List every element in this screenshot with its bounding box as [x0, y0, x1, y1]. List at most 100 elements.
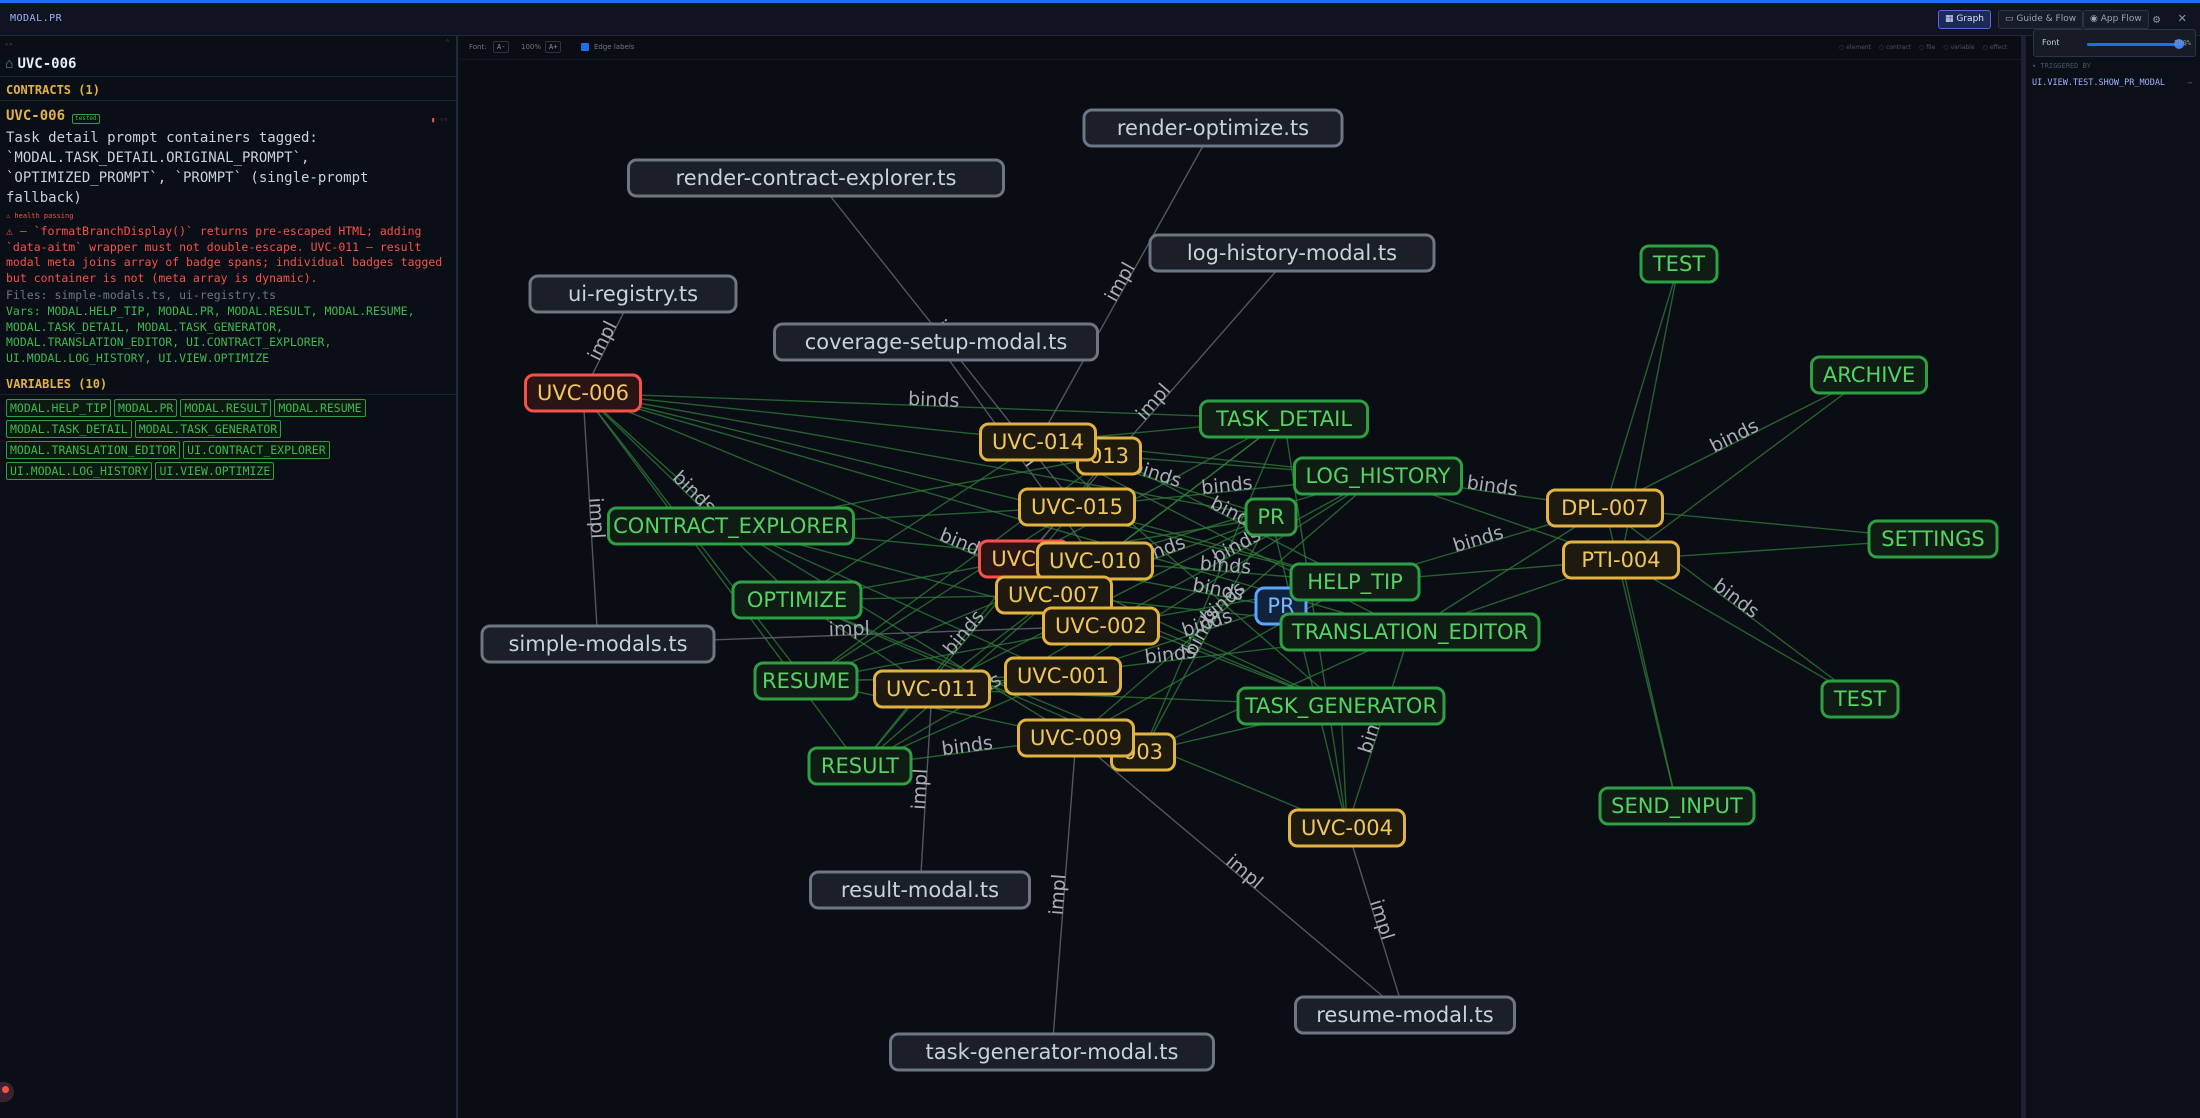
graph-node-contract[interactable]: DPL-007 [1546, 488, 1664, 528]
graph-node-variable[interactable]: SETTINGS [1867, 519, 1999, 559]
graph-node-contract[interactable]: UVC-010 [1036, 541, 1154, 581]
divider [0, 100, 456, 101]
node-label: RESUME [762, 669, 850, 693]
graph-node-variable[interactable]: RESULT [807, 746, 913, 786]
graph-node-selected[interactable]: UVC-006 [524, 373, 642, 413]
node-label: TASK_GENERATOR [1244, 694, 1437, 719]
contracts-header: CONTRACTS (1) [6, 83, 100, 97]
variable-chip[interactable]: MODAL.TASK_GENERATOR [134, 420, 282, 438]
node-label: UVC-015 [1031, 495, 1123, 519]
graph-node-variable[interactable]: TASK_GENERATOR [1236, 686, 1446, 726]
contract-id[interactable]: UVC-006 [6, 108, 65, 124]
font-size-value: 200% [2174, 39, 2191, 47]
graph-node-file[interactable]: render-optimize.ts [1082, 108, 1344, 148]
graph-node-file[interactable]: resume-modal.ts [1294, 995, 1516, 1035]
node-label: HELP_TIP [1307, 570, 1403, 595]
flow-icon: ◉ [2090, 14, 2101, 24]
gear-icon[interactable]: ⚙ [2153, 12, 2160, 26]
navigate-arrow-icon[interactable]: → [2187, 78, 2192, 87]
graph-node-contract[interactable]: UVC-004 [1288, 808, 1406, 848]
graph-node-file[interactable]: coverage-setup-modal.ts [773, 322, 1099, 362]
graph-node-contract[interactable]: PTI-004 [1562, 540, 1680, 580]
variable-chip[interactable]: UI.MODAL.LOG_HISTORY [6, 462, 153, 480]
app-flow-button[interactable]: ◉ App Flow [2083, 10, 2149, 29]
triggered-by-item[interactable]: UI.VIEW.TEST.SHOW_PR_MODAL [2032, 78, 2165, 88]
node-label: PTI-004 [1581, 548, 1660, 572]
graph-node-variable[interactable]: LOG_HISTORY [1293, 456, 1463, 496]
node-label: ui-registry.ts [568, 282, 698, 306]
graph-node-variable[interactable]: SEND_INPUT [1598, 786, 1756, 826]
node-label: CONTRACT_EXPLORER [613, 514, 849, 539]
variable-chip[interactable]: MODAL.RESULT [180, 399, 272, 417]
node-label: UVC-007 [1008, 583, 1100, 607]
variable-chip[interactable]: MODAL.HELP_TIP [6, 399, 111, 417]
edge-label: impl [584, 497, 608, 539]
graph-node-file[interactable]: task-generator-modal.ts [889, 1032, 1215, 1072]
graph-node-variable[interactable]: TEST [1820, 679, 1900, 719]
variable-chip[interactable]: MODAL.TRANSLATION_EDITOR [6, 441, 181, 459]
variables-header: VARIABLES (10) [6, 377, 108, 391]
graph-node-file[interactable]: render-contract-explorer.ts [627, 158, 1005, 198]
node-label: resume-modal.ts [1316, 1003, 1494, 1027]
node-label: UVC-011 [886, 677, 978, 701]
graph-node-variable[interactable]: TASK_DETAIL [1199, 399, 1369, 439]
contract-warning: ⚠ — `formatBranchDisplay()` returns pre-… [6, 224, 443, 285]
contract-description: Task detail prompt containers tagged: `M… [6, 130, 369, 206]
graph-node-contract[interactable]: UVC-009 [1017, 718, 1135, 758]
dependency-graph[interactable]: bindsbindsbindsbindsbinds bindsbindsbinds… [461, 36, 2021, 1118]
variable-chip-list: MODAL.HELP_TIP MODAL.PR MODAL.RESULT MODAL.… [6, 399, 446, 480]
graph-node-variable[interactable]: OPTIMIZE [731, 580, 863, 620]
edge-label: impl [1132, 379, 1176, 424]
binds-edge [1620, 559, 1861, 700]
graph-node-contract[interactable]: UVC-014 [979, 422, 1097, 462]
graph-node-variable[interactable]: CONTRACT_EXPLORER [607, 506, 855, 546]
node-label: OPTIMIZE [747, 588, 847, 612]
contract-sidebar: ▸▸ ⌃ ⌂ UVC-006 CONTRACTS (1) UVC-006 test… [0, 36, 458, 1118]
graph-node-variable[interactable]: PR [1244, 497, 1298, 537]
graph-node-variable[interactable]: HELP_TIP [1289, 562, 1421, 602]
graph-node-contract[interactable]: UVC-002 [1042, 606, 1160, 646]
graph-node-contract[interactable]: UVC-015 [1018, 487, 1136, 527]
close-icon[interactable]: ✕ [2178, 10, 2186, 26]
graph-node-file[interactable]: log-history-modal.ts [1148, 233, 1436, 273]
binds-edge [1620, 559, 1678, 807]
edge-label: binds [1200, 472, 1253, 499]
edge-label: impl [1222, 850, 1268, 893]
triggered-by-header[interactable]: ▾ TRIGGERED BY [2032, 62, 2091, 70]
graph-node-variable[interactable]: ARCHIVE [1810, 355, 1928, 395]
variable-chip[interactable]: MODAL.TASK_DETAIL [6, 420, 132, 438]
graph-node-file[interactable]: simple-modals.ts [480, 624, 716, 664]
book-icon: ▭ [2005, 14, 2017, 24]
graph-node-contract[interactable]: UVC-001 [1004, 656, 1122, 696]
variable-chip[interactable]: MODAL.PR [113, 399, 178, 417]
variable-chip[interactable]: UI.CONTRACT_EXPLORER [183, 441, 330, 459]
node-label: UVC-009 [1030, 726, 1122, 750]
node-label: PR [1257, 505, 1284, 529]
health-indicator-icon: ▮ ◦◦ [431, 116, 448, 124]
edge-label: binds [1706, 415, 1762, 458]
node-label: TEST [1652, 252, 1705, 276]
graph-view-button[interactable]: ▦ Graph [1938, 10, 1991, 29]
variable-chip[interactable]: MODAL.RESUME [274, 399, 366, 417]
edge-label: impl [584, 317, 622, 364]
edge-label: binds [1465, 472, 1519, 501]
graph-node-file[interactable]: ui-registry.ts [528, 274, 738, 314]
divider [0, 394, 456, 395]
graph-node-contract[interactable]: UVC-011 [873, 669, 991, 709]
node-label: simple-modals.ts [508, 632, 687, 656]
graph-canvas[interactable]: Font: A- 100% A+ Edge labels element con… [461, 36, 2021, 1118]
node-label: render-optimize.ts [1117, 116, 1309, 140]
collapse-icon[interactable]: ⌃ [445, 38, 450, 47]
font-size-popover: Font 200% [2033, 29, 2196, 57]
graph-node-variable[interactable]: RESUME [753, 661, 859, 701]
variable-chip[interactable]: UI.VIEW.OPTIMIZE [155, 462, 275, 480]
edge-label: binds [908, 388, 960, 412]
binds-edge [1604, 263, 1680, 509]
guide-flow-button[interactable]: ▭ Guide & Flow [1998, 10, 2084, 29]
graph-node-variable[interactable]: TRANSLATION_EDITOR [1279, 612, 1541, 652]
node-label: LOG_HISTORY [1305, 464, 1450, 489]
graph-node-variable[interactable]: TEST [1639, 244, 1719, 284]
avatar[interactable] [0, 1082, 14, 1102]
node-label: task-generator-modal.ts [926, 1040, 1179, 1064]
graph-node-file[interactable]: result-modal.ts [809, 870, 1031, 910]
